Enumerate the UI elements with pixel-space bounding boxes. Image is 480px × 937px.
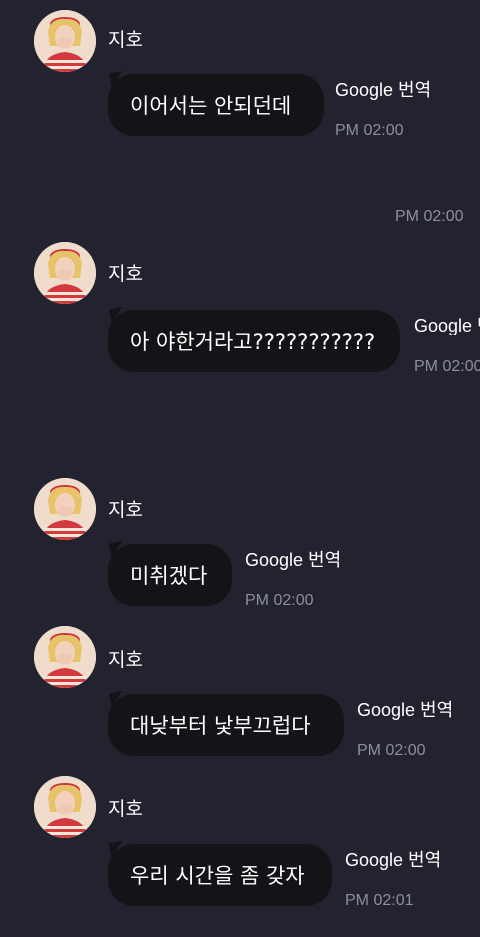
timestamp: PM 02:00 bbox=[245, 592, 314, 609]
avatar[interactable] bbox=[34, 242, 96, 304]
avatar[interactable] bbox=[34, 776, 96, 838]
message-bubble[interactable]: 우리 시간을 좀 갖자 bbox=[108, 844, 332, 906]
profile-photo-icon bbox=[34, 626, 96, 688]
timestamp: PM 02:00 bbox=[335, 122, 404, 139]
avatar[interactable] bbox=[34, 10, 96, 72]
google-translate-link[interactable]: Google 번역 bbox=[245, 551, 341, 569]
timestamp: PM 02:00 bbox=[357, 742, 426, 759]
sender-name: 지호 bbox=[108, 263, 143, 285]
message-bubble[interactable]: 대낮부터 낯부끄럽다 bbox=[108, 694, 344, 756]
profile-photo-icon bbox=[34, 10, 96, 72]
message-bubble[interactable]: 미취겠다 bbox=[108, 544, 232, 606]
google-translate-link[interactable]: Google 번역 bbox=[357, 701, 453, 719]
timestamp: PM 02:00 bbox=[414, 359, 480, 375]
timestamp: PM 02:01 bbox=[345, 892, 414, 909]
sender-name: 지호 bbox=[108, 499, 143, 521]
avatar[interactable] bbox=[34, 626, 96, 688]
avatar[interactable] bbox=[34, 478, 96, 540]
google-translate-link[interactable]: Google 번역 bbox=[335, 81, 431, 99]
sender-name: 지호 bbox=[108, 649, 143, 671]
message-bubble[interactable]: 아 야한거라고??????????? bbox=[108, 310, 400, 372]
profile-photo-icon bbox=[34, 776, 96, 838]
message-bubble[interactable]: 이어서는 안되던데 bbox=[108, 74, 324, 136]
profile-photo-icon bbox=[34, 242, 96, 304]
google-translate-link[interactable]: Google 번역 bbox=[345, 851, 441, 869]
sender-name: 지호 bbox=[108, 29, 143, 51]
sender-name: 지호 bbox=[108, 798, 143, 820]
profile-photo-icon bbox=[34, 478, 96, 540]
google-translate-link[interactable]: Google 번역 bbox=[414, 317, 480, 335]
timestamp: PM 02:00 bbox=[395, 208, 464, 225]
